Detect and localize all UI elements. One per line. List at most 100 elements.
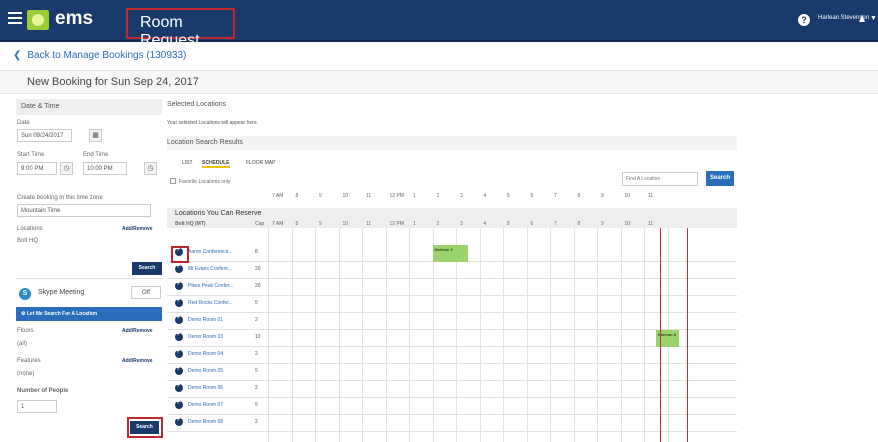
booking-block[interactable]: Harlean S: [432, 245, 468, 262]
grid-line: [644, 228, 645, 442]
location-row[interactable]: Demo Room 08 2: [167, 415, 737, 432]
search-results-header: Location Search Results: [167, 136, 737, 150]
location-row[interactable]: Demo Room 05 5: [167, 364, 737, 381]
reserve-header: Locations You Can Reserve: [175, 210, 262, 217]
start-time-field[interactable]: 9:00 PM: [17, 162, 57, 175]
location-row[interactable]: Demo Room 03 10: [167, 330, 737, 347]
location-capacity: 10: [255, 334, 261, 340]
top-hour-label: 11: [648, 193, 654, 199]
location-row[interactable]: Pikes Peak Confer... 20: [167, 279, 737, 296]
tab-list[interactable]: LIST: [182, 160, 193, 166]
skype-icon: S: [19, 288, 31, 300]
selected-time-marker: [687, 228, 688, 442]
features-add-remove-link[interactable]: Add/Remove: [122, 358, 153, 364]
cap-label: Cap: [255, 221, 265, 227]
ems-logo[interactable]: [27, 10, 49, 30]
end-time-label: End Time: [83, 152, 109, 158]
favorites-checkbox[interactable]: [170, 178, 176, 184]
menu-icon[interactable]: [8, 12, 22, 26]
location-name[interactable]: Demo Room 05: [188, 368, 223, 374]
add-location-icon[interactable]: [175, 314, 183, 324]
back-link[interactable]: ❮ Back to Manage Bookings (130933): [13, 50, 192, 61]
location-capacity: 5: [255, 402, 258, 408]
chevron-down-icon[interactable]: ▼: [870, 15, 877, 22]
add-location-icon[interactable]: [175, 382, 183, 392]
help-icon[interactable]: ?: [798, 14, 810, 26]
tab-floor-map[interactable]: FLOOR MAP: [246, 160, 275, 166]
people-label: Number of People: [17, 388, 69, 394]
locations-add-remove-link[interactable]: Add/Remove: [122, 226, 153, 232]
location-capacity: 2: [255, 351, 258, 357]
add-location-icon[interactable]: [175, 297, 183, 307]
search-button-top[interactable]: Search: [132, 262, 162, 275]
people-input[interactable]: 1: [17, 400, 57, 413]
location-name[interactable]: Mt Evans Confere...: [188, 266, 232, 272]
top-hour-label: 3: [460, 193, 463, 199]
mid-hour-label: 7: [554, 221, 557, 227]
add-location-icon[interactable]: [175, 348, 183, 358]
top-nav: ems Room Request ? Harlean Stevenson ♟ ▼: [0, 0, 878, 49]
location-name[interactable]: Demo Room 06: [188, 385, 223, 391]
skype-toggle[interactable]: Off: [131, 286, 161, 299]
location-name[interactable]: Aaron Conference...: [188, 249, 233, 255]
floors-add-remove-link[interactable]: Add/Remove: [122, 328, 153, 334]
top-hour-label: 1: [413, 193, 416, 199]
grid-line: [385, 228, 387, 442]
add-location-icon[interactable]: [175, 280, 183, 290]
person-icon[interactable]: ♟: [858, 14, 866, 25]
locations-label: Locations: [17, 226, 43, 232]
add-location-icon[interactable]: [175, 365, 183, 375]
brand-name[interactable]: ems: [55, 8, 93, 30]
add-location-icon[interactable]: [175, 399, 183, 409]
location-name[interactable]: Red Rocks Confer...: [188, 300, 233, 306]
tab-schedule[interactable]: SCHEDULE: [202, 160, 230, 168]
location-row[interactable]: Mt Evans Confere... 20: [167, 262, 737, 279]
date-field[interactable]: Sun 09/24/2017: [17, 129, 72, 142]
top-hour-label: 12 PM: [389, 193, 404, 199]
location-capacity: 5: [255, 368, 258, 374]
location-row[interactable]: Demo Room 01 2: [167, 313, 737, 330]
location-name[interactable]: Demo Room 07: [188, 402, 223, 408]
start-time-label: Start Time: [17, 152, 45, 158]
top-hour-label: 11: [366, 193, 372, 199]
page-title: Room Request: [126, 8, 235, 49]
end-clock-icon[interactable]: ◷: [144, 162, 157, 175]
highlight-box-plus: [171, 246, 189, 263]
location-name[interactable]: Demo Room 08: [188, 419, 223, 425]
location-name[interactable]: Pikes Peak Confer...: [188, 283, 233, 289]
location-row[interactable]: Red Rocks Confer... 5: [167, 296, 737, 313]
location-row[interactable]: Demo Room 06 2: [167, 381, 737, 398]
location-name[interactable]: Demo Room 03: [188, 334, 223, 340]
mid-hour-label: 9: [601, 221, 604, 227]
mid-hour-label: 3: [460, 221, 463, 227]
grid-line: [338, 228, 340, 442]
add-location-icon[interactable]: [175, 331, 183, 341]
calendar-icon[interactable]: ▦: [89, 129, 102, 142]
location-row[interactable]: Demo Room 04 2: [167, 347, 737, 364]
timezone-select[interactable]: Mountain Time: [17, 204, 151, 217]
grid-line: [526, 228, 528, 442]
start-clock-icon[interactable]: ◷: [60, 162, 73, 175]
mid-hour-label: 11: [366, 221, 372, 227]
location-name[interactable]: Demo Room 04: [188, 351, 223, 357]
find-search-button[interactable]: Search: [706, 171, 734, 186]
location-capacity: 2: [255, 317, 258, 323]
location-capacity: 2: [255, 385, 258, 391]
location-row[interactable]: Demo Room 07 5: [167, 398, 737, 415]
top-hour-label: 10: [342, 193, 349, 199]
let-me-search-bar[interactable]: ⚙ Let Me Search For A Location: [16, 307, 162, 321]
favorites-label: Favorite Locations only: [179, 179, 231, 185]
selected-locations-header: Selected Locations: [167, 101, 227, 108]
back-link-label: Back to Manage Bookings (130933): [27, 50, 187, 61]
location-name[interactable]: Demo Room 01: [188, 317, 223, 323]
end-time-field[interactable]: 10:00 PM: [83, 162, 127, 175]
new-booking-header: New Booking for Sun Sep 24, 2017: [0, 70, 878, 94]
add-location-icon[interactable]: [175, 263, 183, 273]
hq-label: Bolt HQ (MT): [175, 221, 206, 227]
location-capacity: 5: [255, 300, 258, 306]
location-capacity: 20: [255, 283, 261, 289]
top-hour-label: 7 AM: [272, 193, 284, 199]
find-location-input[interactable]: [622, 172, 698, 186]
add-location-icon[interactable]: [175, 416, 183, 426]
search-button-bottom[interactable]: Search: [130, 421, 159, 434]
